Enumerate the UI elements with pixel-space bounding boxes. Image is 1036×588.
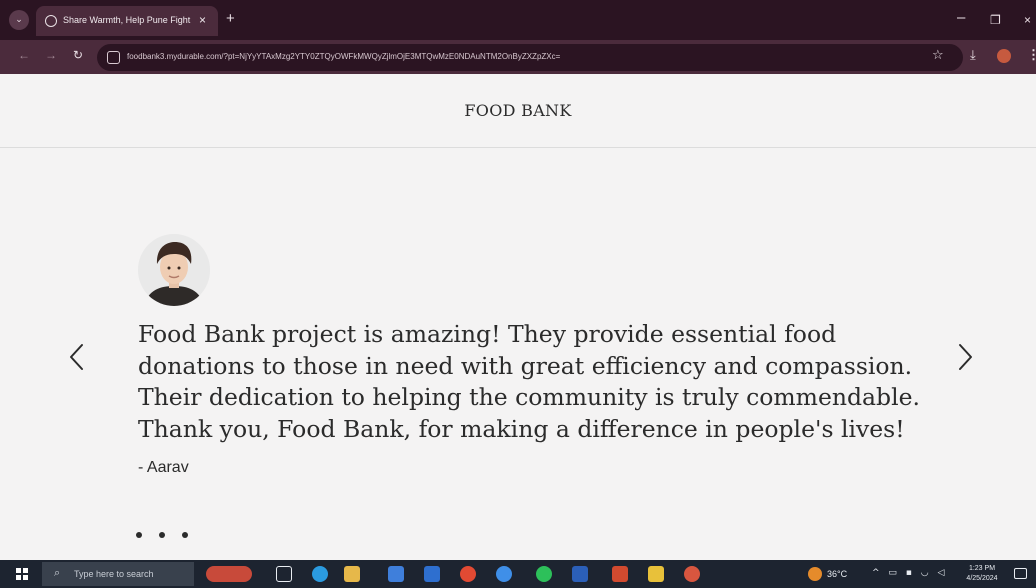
quote-line: Food Bank project is amazing! They provi…: [138, 320, 837, 348]
person-avatar-icon: [138, 234, 210, 306]
word-icon[interactable]: [572, 566, 588, 582]
taskbar-search-box[interactable]: ⌕ Type here to search: [42, 562, 194, 586]
previous-slide-button[interactable]: [62, 338, 92, 376]
browser-menu-icon[interactable]: ⋮: [1027, 47, 1036, 63]
site-title[interactable]: FOOD BANK: [0, 101, 1036, 120]
screen: ⌄ Share Warmth, Help Pune Fight × + – ❐ …: [0, 0, 1036, 588]
taskbar-search-placeholder: Type here to search: [74, 569, 154, 579]
search-icon: ⌕: [54, 566, 61, 579]
favicon-icon: [45, 15, 57, 27]
windows-start-icon[interactable]: [16, 568, 28, 580]
task-view-icon[interactable]: [276, 566, 292, 582]
testimonial-quote: Food Bank project is amazing! They provi…: [138, 319, 928, 445]
star-app-icon[interactable]: [648, 566, 664, 582]
chrome-icon[interactable]: [460, 566, 476, 582]
reload-icon[interactable]: ↻: [73, 48, 83, 62]
quote-line: Their dedication to helping the communit…: [138, 383, 920, 411]
site-header: FOOD BANK: [0, 74, 1036, 148]
window-close-icon[interactable]: ×: [1024, 13, 1031, 27]
tab-search-icon[interactable]: ⌄: [9, 10, 29, 30]
url-text: foodbank3.mydurable.com/?pt=NjYyYTAxMzg2…: [127, 52, 561, 61]
download-icon[interactable]: ⤓: [970, 48, 976, 63]
taskbar: ⌕ Type here to search 36°C ^ ▭ ▪ ◡ ◁ 1:2…: [0, 560, 1036, 588]
powerpoint-icon[interactable]: [612, 566, 628, 582]
new-tab-icon[interactable]: +: [226, 11, 235, 26]
maximize-icon[interactable]: ❐: [990, 13, 1001, 27]
back-arrow-icon[interactable]: ←: [18, 48, 30, 62]
chrome-active-icon[interactable]: [684, 566, 700, 582]
store-icon[interactable]: [388, 566, 404, 582]
quote-line: Thank you, Food Bank, for making a diffe…: [138, 414, 905, 443]
tab-title: Share Warmth, Help Pune Fight: [63, 15, 191, 25]
testimonial-author: - Aarav: [138, 459, 189, 476]
slide-dot[interactable]: [159, 532, 165, 538]
testimonial-avatar: [138, 234, 210, 306]
slide-dot[interactable]: [136, 532, 142, 538]
weather-icon[interactable]: [808, 567, 822, 581]
browser-toolbar: ← → ↻ foodbank3.mydurable.com/?pt=NjYyYT…: [0, 40, 1036, 74]
clock-time: 1:23 PM: [968, 565, 996, 572]
browser-tab-strip: ⌄ Share Warmth, Help Pune Fight × + – ❐ …: [0, 0, 1036, 40]
minimize-icon[interactable]: –: [957, 9, 965, 26]
edge-browser-icon[interactable]: [312, 566, 328, 582]
bookmark-star-icon[interactable]: ☆: [932, 48, 944, 63]
chevron-right-icon: [959, 344, 972, 370]
forward-arrow-icon[interactable]: →: [45, 48, 57, 62]
slide-dot[interactable]: [182, 532, 188, 538]
profile-avatar-icon[interactable]: [997, 49, 1011, 63]
address-bar[interactable]: foodbank3.mydurable.com/?pt=NjYyYTAxMzg2…: [97, 44, 963, 71]
system-tray-icons[interactable]: ^ ▭ ▪ ◡ ◁: [872, 568, 947, 578]
notification-center-icon[interactable]: [1014, 568, 1027, 579]
clock[interactable]: 1:23 PM 4/25/2024: [962, 564, 1002, 584]
chevron-left-icon: [70, 344, 83, 370]
browser-tab[interactable]: Share Warmth, Help Pune Fight ×: [36, 6, 218, 36]
news-widget-icon[interactable]: [206, 566, 252, 582]
temperature[interactable]: 36°C: [827, 569, 847, 579]
file-explorer-icon[interactable]: [344, 566, 360, 582]
quote-line: donations to those in need with great ef…: [138, 351, 913, 380]
clock-date: 4/25/2024: [966, 575, 998, 582]
browser-app-icon[interactable]: [496, 566, 512, 582]
mail-icon[interactable]: [424, 566, 440, 582]
next-slide-button[interactable]: [950, 338, 980, 376]
spotify-icon[interactable]: [536, 566, 552, 582]
site-info-icon[interactable]: [107, 51, 120, 64]
tab-close-icon[interactable]: ×: [199, 13, 206, 27]
